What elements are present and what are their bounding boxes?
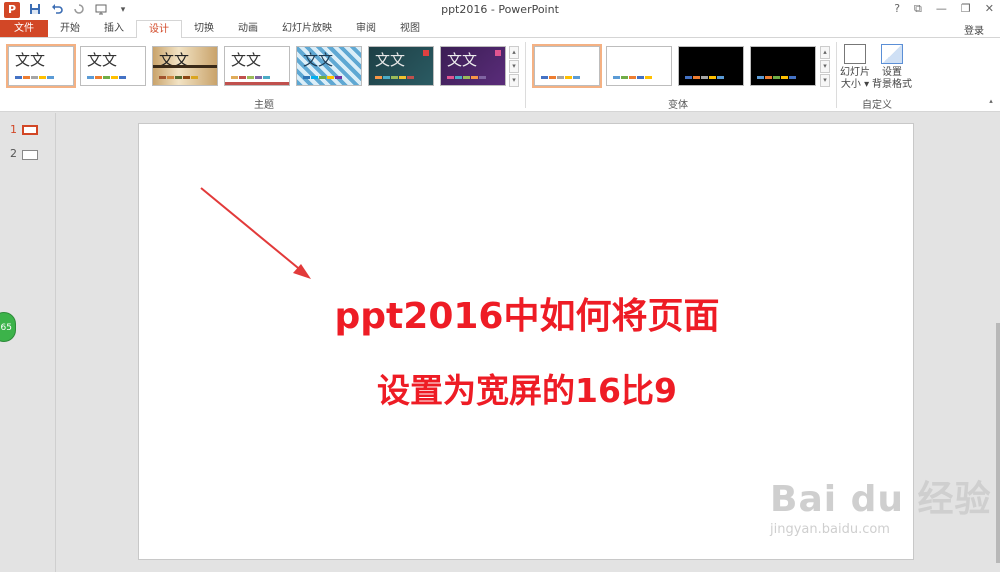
- variant-1[interactable]: [532, 44, 602, 88]
- variant-3[interactable]: [678, 46, 744, 86]
- theme-dark-teal[interactable]: 文文: [368, 46, 434, 86]
- theme-sample-text: 文文: [15, 51, 46, 69]
- customize-group-label: 自定义: [862, 100, 892, 111]
- theme-sample-text: 文文: [87, 51, 118, 69]
- slide-title-line-2[interactable]: 设置为宽屏的16比9: [139, 364, 915, 412]
- tab-animations[interactable]: 动画: [226, 20, 270, 37]
- variants-more-icon[interactable]: ▾: [820, 74, 830, 87]
- variant-4[interactable]: [750, 46, 816, 86]
- theme-pattern[interactable]: 文文: [296, 46, 362, 86]
- window-title: ppt2016 - PowerPoint: [441, 3, 559, 16]
- variant-2[interactable]: [606, 46, 672, 86]
- tab-review[interactable]: 审阅: [344, 20, 388, 37]
- theme-wood[interactable]: 文文: [152, 46, 218, 86]
- theme-office-2[interactable]: 文文: [80, 46, 146, 86]
- slide-title-line-1[interactable]: ppt2016中如何将页面: [139, 287, 915, 339]
- themes-more-icon[interactable]: ▾: [509, 74, 519, 87]
- ribbon-tab-bar: 文件 开始 插入 设计 切换 动画 幻灯片放映 审阅 视图: [0, 20, 1000, 39]
- watermark-url: jingyan.baidu.com: [770, 522, 890, 537]
- slide-size-label-2: 大小 ▾: [840, 79, 870, 90]
- slide-thumbnail-1[interactable]: [22, 125, 38, 135]
- minimize-icon[interactable]: —: [936, 2, 947, 16]
- tab-slideshow[interactable]: 幻灯片放映: [270, 20, 344, 37]
- title-bar: P ▾ ppt2016 - PowerPoint ? ⧉ — ❐ ✕: [0, 0, 1000, 20]
- collapse-ribbon-icon[interactable]: ▴: [986, 96, 996, 109]
- slide-thumbnail-2[interactable]: [22, 150, 38, 160]
- slide-thumbnail-pane: 1 2: [0, 113, 56, 572]
- window-controls: ? ⧉ — ❐ ✕: [894, 2, 994, 16]
- thumbnail-number: 2: [10, 147, 17, 160]
- tab-insert[interactable]: 插入: [92, 20, 136, 37]
- group-separator: [836, 42, 837, 108]
- theme-office[interactable]: 文文: [6, 44, 76, 88]
- ribbon-display-options-icon[interactable]: ⧉: [914, 2, 922, 16]
- format-background-label-1: 设置: [882, 67, 902, 78]
- variants-scroll-down-icon[interactable]: ▾: [820, 60, 830, 73]
- tab-design[interactable]: 设计: [136, 20, 182, 39]
- theme-sample-text: 文文: [303, 51, 334, 69]
- restore-icon[interactable]: ❐: [961, 2, 971, 16]
- theme-purple[interactable]: 文文: [440, 46, 506, 86]
- format-background-icon: [881, 44, 903, 64]
- theme-sample-text: 文文: [375, 51, 406, 69]
- group-separator: [525, 42, 526, 108]
- thumbnail-number: 1: [10, 123, 17, 136]
- ribbon-design: 文文 文文 文文 文文 文文 文文 文文 ▴ ▾ ▾ 主题 ▴ ▾ ▾ 变体 幻…: [0, 38, 1000, 112]
- themes-scroll-down-icon[interactable]: ▾: [509, 60, 519, 73]
- vertical-scrollbar[interactable]: [996, 113, 1000, 572]
- slide-size-label-1: 幻灯片: [840, 67, 870, 78]
- tab-view[interactable]: 视图: [388, 20, 432, 37]
- theme-sample-text: 文文: [231, 51, 262, 69]
- theme-sample-text: 文文: [447, 51, 478, 69]
- help-icon[interactable]: ?: [894, 2, 900, 16]
- scrollbar-thumb[interactable]: [996, 323, 1000, 563]
- slide-size-button[interactable]: 幻灯片 大小 ▾: [840, 44, 870, 91]
- format-background-label-2: 背景格式: [872, 79, 912, 90]
- slide-size-icon: [844, 44, 866, 64]
- themes-scroll-up-icon[interactable]: ▴: [509, 46, 519, 59]
- variants-group-label: 变体: [668, 100, 688, 111]
- format-background-button[interactable]: 设置 背景格式: [872, 44, 912, 91]
- watermark-brand: Bai du 经验: [770, 479, 992, 520]
- tab-file[interactable]: 文件: [0, 20, 48, 37]
- variants-scroll-up-icon[interactable]: ▴: [820, 46, 830, 59]
- close-icon[interactable]: ✕: [985, 2, 994, 16]
- theme-facet[interactable]: 文文: [224, 46, 290, 86]
- themes-group-label: 主题: [254, 100, 274, 111]
- tab-home[interactable]: 开始: [48, 20, 92, 37]
- sign-in-link[interactable]: 登录: [964, 22, 984, 37]
- tab-transitions[interactable]: 切换: [182, 20, 226, 37]
- baidu-jingyan-watermark: Bai du 经验 jingyan.baidu.com: [770, 470, 992, 537]
